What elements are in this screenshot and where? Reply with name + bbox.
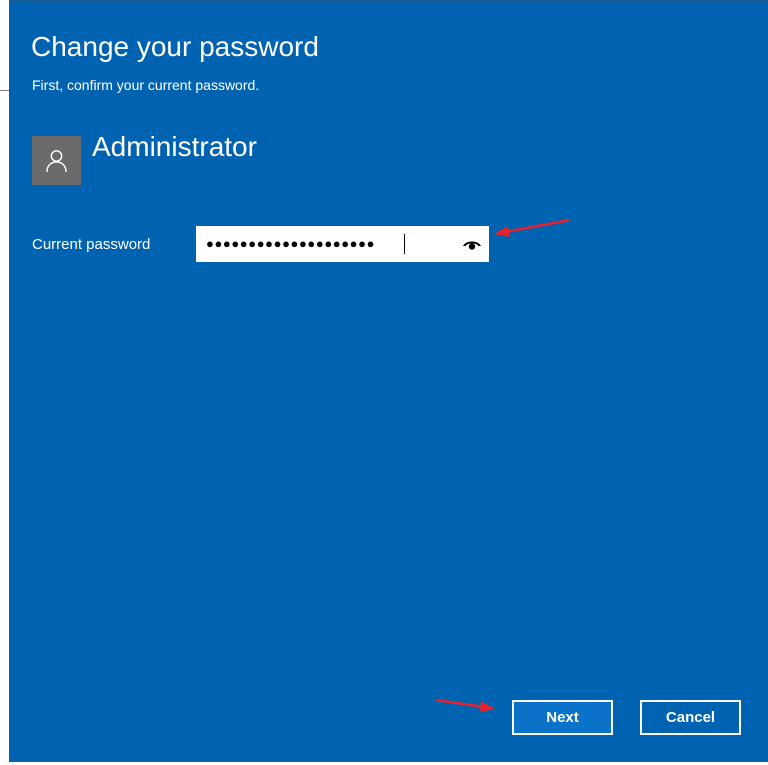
change-password-dialog: Change your password First, confirm your… (9, 0, 768, 762)
current-password-input[interactable]: ●●●●●●●●●●●●●●●●●●●● (196, 226, 489, 262)
dialog-subtitle: First, confirm your current password. (32, 77, 260, 93)
reveal-password-button[interactable] (462, 237, 482, 251)
background-window-edge (0, 90, 9, 91)
user-icon (46, 150, 67, 173)
dialog-title: Change your password (31, 31, 319, 62)
password-masked-value: ●●●●●●●●●●●●●●●●●●●● (206, 236, 376, 251)
screenshot-frame: Change your password First, confirm your… (0, 0, 768, 765)
avatar (32, 136, 81, 185)
text-caret (404, 234, 405, 254)
next-button[interactable]: Next (512, 700, 613, 735)
cancel-button[interactable]: Cancel (640, 700, 741, 735)
account-username: Administrator (92, 131, 257, 162)
current-password-label: Current password (32, 236, 151, 253)
eye-icon (463, 241, 481, 250)
